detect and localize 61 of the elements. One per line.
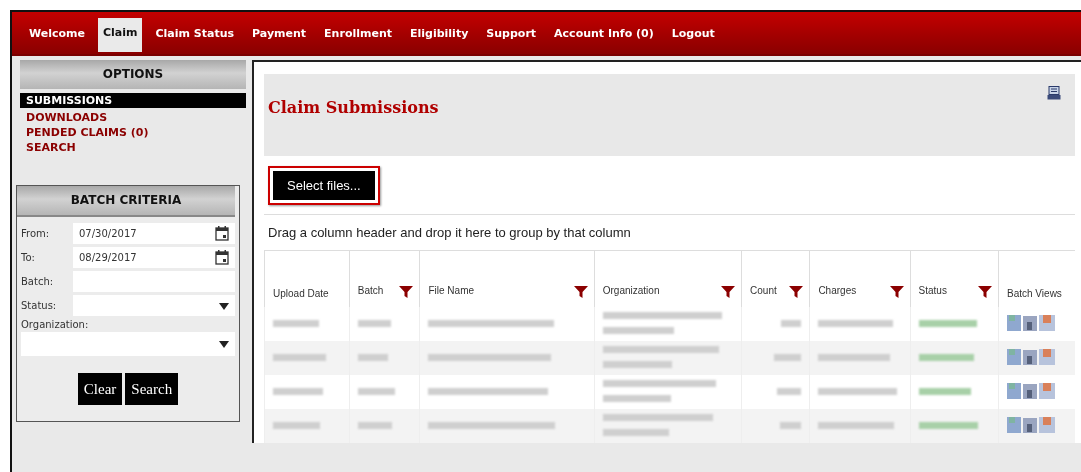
- dropdown[interactable]: [73, 295, 235, 316]
- blurred-text: [273, 353, 326, 361]
- nav-tab[interactable]: Enrollment: [319, 18, 397, 48]
- nav-tab[interactable]: Support: [481, 18, 542, 48]
- blurred-text: [357, 387, 395, 395]
- blurred-text: [273, 421, 320, 429]
- nav-tab[interactable]: Account Info (0): [549, 18, 659, 48]
- page-title: Claim Submissions: [268, 98, 439, 117]
- blurred-text: [357, 319, 391, 327]
- date-field[interactable]: 08/29/2017: [73, 247, 235, 268]
- blurred-text: [602, 361, 673, 368]
- column-header[interactable]: Upload Date: [264, 251, 350, 307]
- select-files-button[interactable]: Select files...: [273, 170, 375, 200]
- nav-tab[interactable]: Claim: [98, 18, 143, 52]
- blurred-text: [273, 319, 319, 327]
- calendar-icon: [215, 250, 229, 265]
- field-label: Organization:: [21, 319, 90, 330]
- criteria-header: BATCH CRITERIA: [17, 186, 235, 217]
- date-field[interactable]: 07/30/2017: [73, 223, 235, 244]
- nav-tab[interactable]: Logout: [666, 18, 720, 48]
- printer-icon: [1047, 86, 1061, 100]
- blurred-text: [918, 387, 971, 395]
- caret-icon: [219, 301, 229, 310]
- blurred-text: [780, 421, 802, 429]
- sidebar-item[interactable]: PENDED CLAIMS (0): [20, 125, 246, 140]
- field-label: From:: [21, 228, 51, 239]
- column-header[interactable]: Batch Views: [998, 251, 1075, 307]
- clear-button[interactable]: Clear: [77, 373, 123, 405]
- dropdown[interactable]: [21, 332, 235, 356]
- nav-tab[interactable]: Claim Status: [150, 18, 240, 48]
- blurred-text: [357, 421, 392, 429]
- blurred-text: [918, 421, 978, 429]
- nav-tab[interactable]: Payment: [247, 18, 312, 48]
- field-label: Batch:: [21, 276, 55, 287]
- column-header[interactable]: Count: [741, 251, 810, 307]
- column-header[interactable]: Organization: [594, 251, 742, 307]
- blurred-text: [602, 429, 669, 436]
- sidebar-item[interactable]: SUBMISSIONS: [20, 93, 246, 108]
- column-header[interactable]: Batch: [349, 251, 420, 307]
- nav-tab[interactable]: Welcome: [24, 18, 90, 48]
- blurred-text: [918, 319, 977, 327]
- options-header: OPTIONS: [20, 60, 246, 89]
- sidebar-item[interactable]: DOWNLOADS: [20, 110, 246, 125]
- field-label: To:: [21, 252, 36, 263]
- blurred-text: [357, 353, 388, 361]
- field-label: Status:: [21, 300, 58, 311]
- blurred-text: [777, 387, 802, 395]
- blurred-text: [781, 319, 802, 327]
- calendar-icon: [215, 226, 229, 241]
- column-header[interactable]: File Name: [419, 251, 595, 307]
- column-header[interactable]: Status: [910, 251, 999, 307]
- caret-icon: [219, 340, 229, 348]
- blurred-text: [602, 395, 671, 402]
- blurred-text: [273, 387, 323, 395]
- sidebar-item[interactable]: SEARCH: [20, 140, 246, 155]
- group-hint: Drag a column header and drop it here to group by that column: [264, 215, 1075, 251]
- blurred-text: [918, 353, 974, 361]
- nav-tab[interactable]: Eligibility: [405, 18, 474, 48]
- column-header[interactable]: Charges: [809, 251, 911, 307]
- search-button[interactable]: Search: [125, 373, 179, 405]
- blurred-text: [774, 353, 802, 361]
